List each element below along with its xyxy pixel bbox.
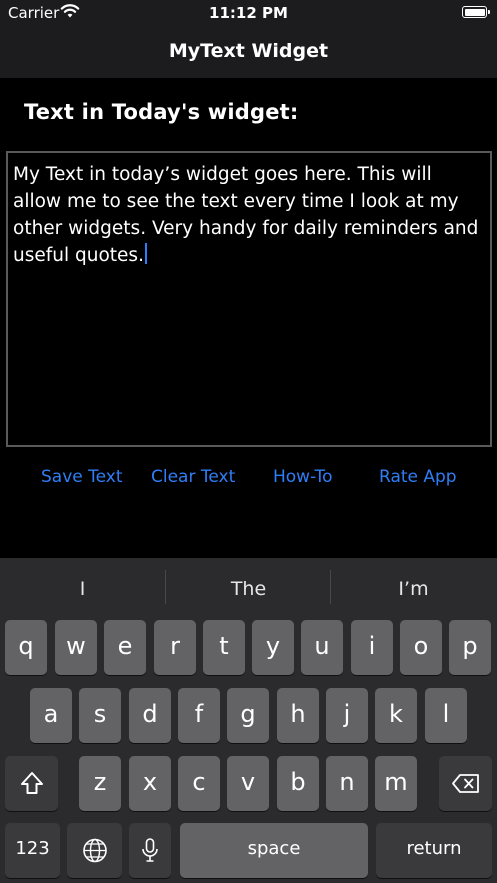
return-key[interactable]: return: [376, 823, 492, 878]
key-j[interactable]: j: [326, 688, 368, 743]
key-e[interactable]: e: [104, 620, 146, 675]
key-x[interactable]: x: [129, 756, 171, 811]
navigation-bar: MyText Widget: [0, 28, 497, 78]
backspace-key[interactable]: [439, 756, 492, 811]
text-cursor: [144, 243, 147, 264]
key-t[interactable]: t: [203, 620, 245, 675]
key-q[interactable]: q: [5, 620, 47, 675]
key-i[interactable]: i: [351, 620, 393, 675]
microphone-icon: [142, 838, 158, 862]
numbers-key[interactable]: 123: [5, 823, 60, 878]
key-y[interactable]: y: [252, 620, 294, 675]
key-h[interactable]: h: [277, 688, 319, 743]
globe-key[interactable]: [67, 823, 122, 878]
key-k[interactable]: k: [375, 688, 417, 743]
key-u[interactable]: u: [301, 620, 343, 675]
key-p[interactable]: p: [449, 620, 491, 675]
rate-app-button[interactable]: Rate App: [379, 466, 457, 490]
how-to-button[interactable]: How-To: [273, 466, 333, 490]
shift-key[interactable]: [5, 756, 58, 811]
status-time: 11:12 PM: [209, 4, 288, 22]
key-m[interactable]: m: [375, 756, 417, 811]
suggestion-2[interactable]: The: [166, 578, 331, 600]
key-a[interactable]: a: [30, 688, 72, 743]
key-f[interactable]: f: [178, 688, 220, 743]
shift-icon: [20, 772, 43, 794]
backspace-icon: [451, 774, 479, 793]
key-g[interactable]: g: [227, 688, 269, 743]
key-v[interactable]: v: [227, 756, 269, 811]
key-l[interactable]: l: [425, 688, 467, 743]
key-o[interactable]: o: [400, 620, 442, 675]
section-label: Text in Today's widget:: [24, 100, 299, 124]
status-bar: Carrier 11:12 PM: [0, 0, 497, 28]
keyboard: I The I’m q w e r t y u i o p a s d f g …: [0, 558, 497, 883]
globe-icon: [82, 838, 107, 863]
key-n[interactable]: n: [326, 756, 368, 811]
suggestion-1[interactable]: I: [0, 578, 165, 600]
suggestion-3[interactable]: I’m: [331, 578, 496, 600]
page-title: MyText Widget: [168, 40, 329, 62]
battery-icon: [462, 6, 490, 18]
dictation-key[interactable]: [129, 823, 171, 878]
key-c[interactable]: c: [178, 756, 220, 811]
key-s[interactable]: s: [79, 688, 121, 743]
widget-text-value: My Text in today’s widget goes here. Thi…: [13, 164, 479, 266]
key-b[interactable]: b: [277, 756, 319, 811]
widget-text-area[interactable]: My Text in today’s widget goes here. Thi…: [6, 151, 492, 447]
key-w[interactable]: w: [55, 620, 97, 675]
key-d[interactable]: d: [129, 688, 171, 743]
key-z[interactable]: z: [79, 756, 121, 811]
space-key[interactable]: space: [180, 823, 368, 878]
clear-text-button[interactable]: Clear Text: [151, 466, 235, 490]
save-text-button[interactable]: Save Text: [41, 466, 123, 490]
key-r[interactable]: r: [154, 620, 196, 675]
